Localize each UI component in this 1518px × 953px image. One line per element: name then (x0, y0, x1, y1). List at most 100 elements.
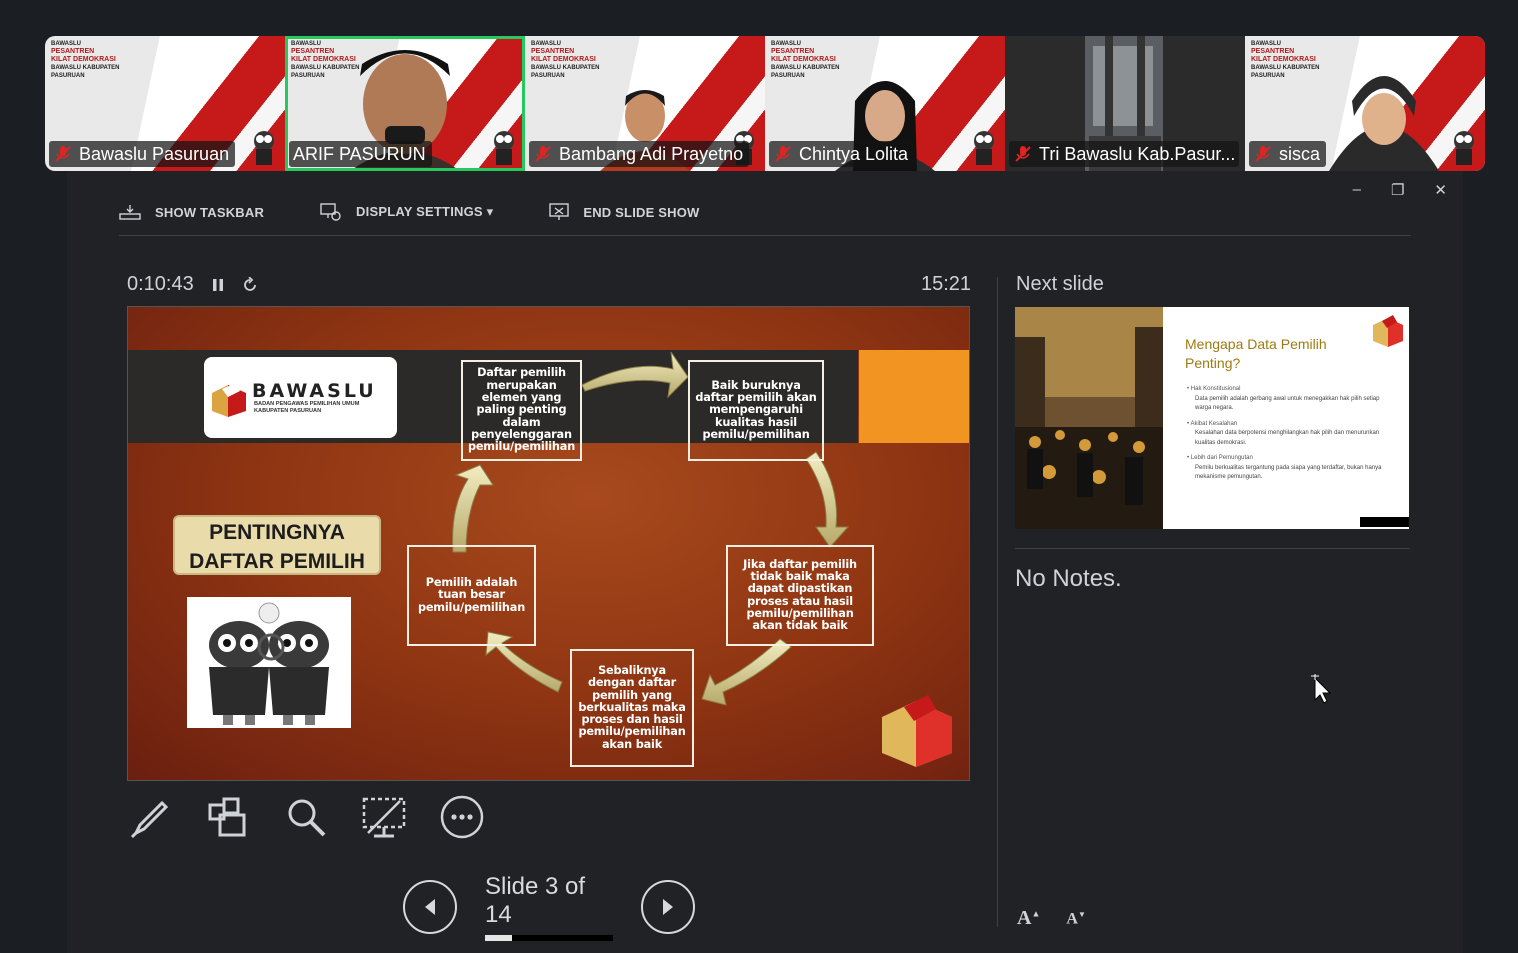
end-show-icon (549, 203, 570, 220)
toolbar-divider (119, 235, 1411, 236)
participant-tile[interactable]: BAWASLU PESANTREN KILAT DEMOKRASI BAWASL… (1245, 36, 1485, 171)
meeting-window: BAWASLU PESANTREN KILAT DEMOKRASI BAWASL… (0, 0, 1518, 953)
banner-line: BAWASLU (531, 41, 561, 47)
minimize-button[interactable]: – (1353, 181, 1361, 199)
more-options-button[interactable] (439, 794, 485, 840)
next-slide-preview[interactable]: Mengapa Data Pemilih Penting? • Hak Kons… (1015, 307, 1409, 529)
participant-name-tag: Bambang Adi Prayetno (529, 141, 750, 167)
next-slide-footer-bar (1360, 517, 1409, 527)
cycle-step-text: Jika daftar pemilih tidak baik maka dapa… (743, 557, 857, 633)
mascot-icon (1454, 131, 1474, 165)
slide-progress-fill (485, 935, 513, 941)
display-settings-button[interactable]: DISPLAY SETTINGS ▾ (320, 203, 493, 221)
banner-line: BAWASLU (1251, 41, 1281, 47)
cycle-step-box: Pemilih adalah tuan besar pemilu/pemilih… (407, 545, 536, 646)
black-screen-button[interactable] (361, 794, 407, 840)
slide-counter-text: Slide 3 of 14 (485, 873, 586, 928)
banner-line: PESANTREN (771, 48, 815, 55)
presenter-view: – ❐ ✕ SHOW TASKBAR DISPLAY SETTINGS ▾ EN… (67, 171, 1463, 953)
next-slide-button[interactable] (641, 880, 695, 934)
next-arrow-icon (663, 899, 673, 915)
pen-icon (130, 800, 169, 839)
participant-tile-active[interactable]: BAWASLU PESANTREN KILAT DEMOKRASI BAWASL… (285, 36, 525, 171)
next-slide-title: Mengapa Data Pemilih Penting? (1185, 336, 1327, 371)
participant-tile[interactable]: BAWASLU PESANTREN KILAT DEMOKRASI BAWASL… (765, 36, 1005, 171)
next-slide-bullet: • Hak Konstitusional (1187, 386, 1241, 392)
mascot-icon (974, 131, 994, 165)
cycle-step-text: Sebaliknya dengan daftar pemilih yang be… (578, 663, 686, 751)
restart-icon[interactable] (242, 276, 258, 293)
slide-navigation: Slide 3 of 14 (403, 873, 695, 941)
pause-icon[interactable] (212, 278, 224, 292)
participant-name-tag: sisca (1249, 141, 1327, 167)
event-banner: BAWASLU PESANTREN KILAT DEMOKRASI BAWASL… (51, 40, 131, 80)
display-settings-icon (320, 203, 341, 221)
participant-name-tag: Tri Bawaslu Kab.Pasur... (1009, 141, 1239, 167)
slide-counter: Slide 3 of 14 (485, 873, 613, 941)
pen-tool-button[interactable] (127, 794, 173, 840)
banner-line: PESANTREN (1251, 48, 1295, 55)
slide-progress-bar (485, 935, 613, 941)
cycle-step-box: Jika daftar pemilih tidak baik maka dapa… (726, 545, 874, 646)
participant-tile[interactable]: Tri Bawaslu Kab.Pasur... (1005, 36, 1245, 171)
participant-name-tag: ARIF PASURUN (289, 141, 432, 167)
participant-name: sisca (1279, 144, 1321, 164)
cycle-step-box: Sebaliknya dengan daftar pemilih yang be… (570, 649, 694, 767)
end-slide-show-label: END SLIDE SHOW (583, 204, 700, 220)
muted-mic-icon (1013, 144, 1033, 164)
show-taskbar-button[interactable]: SHOW TASKBAR (119, 204, 264, 220)
cycle-step-text: Daftar pemilih merupakan elemen yang pal… (467, 366, 576, 454)
close-button[interactable]: ✕ (1434, 181, 1447, 199)
notes-divider (1015, 548, 1410, 549)
display-settings-label: DISPLAY SETTINGS ▾ (356, 204, 494, 219)
participant-name: Bambang Adi Prayetno (559, 144, 744, 164)
previous-slide-button[interactable] (403, 880, 457, 934)
participant-name: ARIF PASURUN (293, 144, 426, 164)
speaker-notes[interactable]: No Notes. (1015, 565, 1122, 593)
crowd-photo (1015, 307, 1163, 529)
banner-line: KILAT DEMOKRASI (1251, 56, 1316, 63)
participant-name: Bawaslu Pasuruan (79, 144, 230, 164)
next-slide-body: • Hak Konstitusional Data pemilih adalah… (1187, 379, 1397, 483)
participant-video (1329, 76, 1440, 171)
restore-button[interactable]: ❐ (1391, 181, 1404, 199)
participant-strip: BAWASLU PESANTREN KILAT DEMOKRASI BAWASL… (45, 36, 1485, 171)
banner-line: BAWASLU KABUPATEN PASURUAN (51, 65, 120, 79)
banner-line: KILAT DEMOKRASI (51, 56, 116, 63)
end-slide-show-button[interactable]: END SLIDE SHOW (549, 203, 699, 221)
previous-arrow-icon (425, 899, 435, 915)
black-screen-icon (362, 797, 406, 838)
participant-name: Tri Bawaslu Kab.Pasur... (1039, 144, 1236, 164)
bullet-text: Kesalahan data berpotensi menghilangkan … (1195, 430, 1380, 446)
cycle-step-box: Baik buruknya daftar pemilih akan mempen… (688, 360, 824, 461)
next-slide-bullet: • Akibat Kesalahan (1187, 420, 1238, 427)
bullet-text: Data pemilih adalah gerbang awal untuk m… (1195, 395, 1380, 412)
current-slide[interactable]: BAWASLU BADAN PENGAWAS PEMILIHAN UMUM KA… (127, 306, 970, 781)
banner-line: PESANTREN (531, 48, 575, 55)
banner-line: KILAT DEMOKRASI (531, 56, 596, 63)
increase-font-button[interactable]: A▲ (1017, 907, 1040, 930)
cursor-icon (1311, 674, 1332, 704)
participant-name: Chintya Lolita (799, 144, 909, 164)
pane-divider[interactable] (997, 277, 998, 927)
bullet-head: Lebih dari Pemungutan (1190, 455, 1253, 461)
notes-font-tools: A▲ A▼ (1017, 907, 1086, 930)
zoom-button[interactable] (283, 794, 329, 840)
bullet-head: Akibat Kesalahan (1190, 420, 1238, 427)
participant-tile[interactable]: BAWASLU PESANTREN KILAT DEMOKRASI BAWASL… (45, 36, 285, 171)
see-all-slides-icon (208, 797, 246, 837)
participant-name-tag: Bawaslu Pasuruan (49, 141, 236, 167)
see-all-slides-button[interactable] (205, 794, 251, 840)
muted-mic-icon (533, 144, 553, 164)
participant-name-tag: Chintya Lolita (769, 141, 915, 167)
mascot-icon (254, 131, 274, 165)
banner-line: BAWASLU (51, 41, 81, 47)
muted-mic-icon (1253, 144, 1273, 164)
mascot-icon (494, 131, 514, 165)
next-slide-bullet: • Lebih dari Pemungutan (1187, 455, 1253, 461)
slide-tools (127, 794, 485, 840)
banner-line: BAWASLU KABUPATEN PASURUAN (1251, 65, 1320, 79)
decrease-font-button[interactable]: A▼ (1066, 910, 1085, 930)
participant-tile[interactable]: BAWASLU PESANTREN KILAT DEMOKRASI BAWASL… (525, 36, 765, 171)
increase-font-icon: A (1017, 907, 1032, 929)
